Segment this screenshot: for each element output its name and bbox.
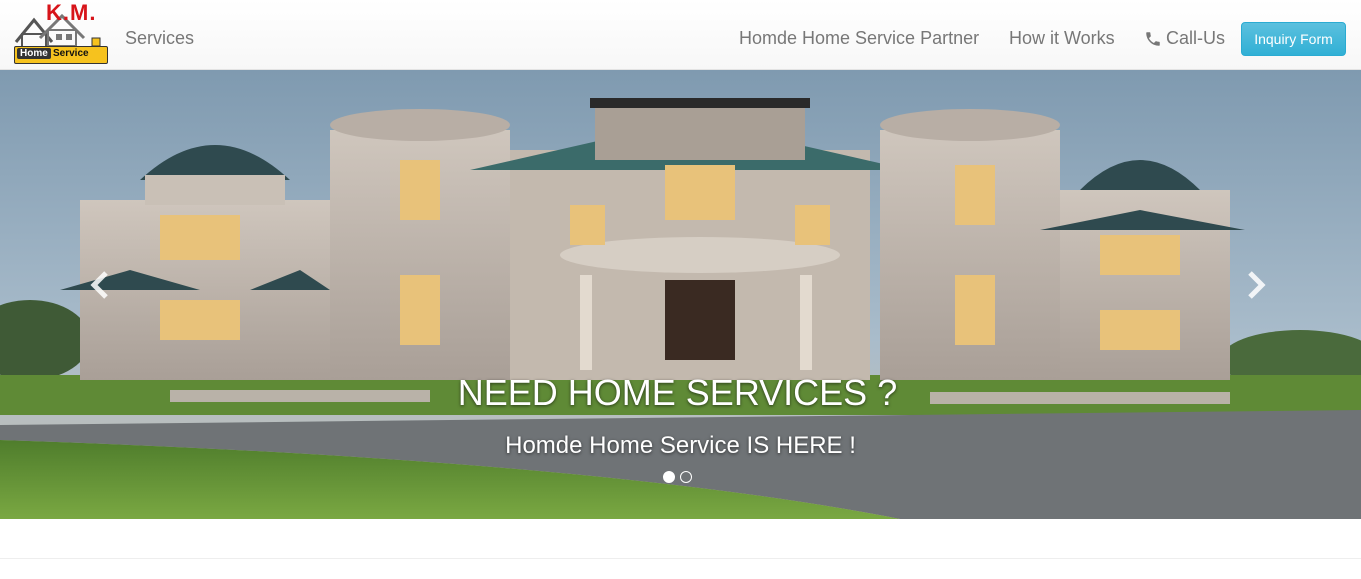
logo-brand-mark: K.M. [46,0,97,25]
phone-icon [1144,30,1162,48]
inquiry-form-button[interactable]: Inquiry Form [1241,22,1346,56]
carousel-prev-button[interactable] [80,265,120,305]
navbar: K.M. Home Service Services Homde Home Se… [0,0,1361,70]
carousel-indicators [663,471,692,483]
carousel-indicator-1[interactable] [663,471,675,483]
logo-badge-home: Home [17,48,51,59]
logo-badge: Home Service [14,46,108,64]
section-divider [0,558,1361,559]
nav-link-partner[interactable]: Homde Home Service Partner [739,28,979,49]
nav-link-how-it-works[interactable]: How it Works [1009,28,1115,49]
brand-logo[interactable]: K.M. Home Service [10,0,110,68]
hero-carousel: NEED HOME SERVICES ? Homde Home Service … [0,70,1361,519]
carousel-caption-title: NEED HOME SERVICES ? [457,372,898,413]
carousel-next-button[interactable] [1236,265,1276,305]
carousel-indicator-2[interactable] [680,471,692,483]
chevron-left-icon [90,271,108,299]
logo-badge-service: Service [53,48,89,59]
chevron-right-icon [1248,271,1266,299]
nav-link-services[interactable]: Services [125,28,194,49]
nav-link-call-us[interactable]: Call-Us [1144,28,1225,49]
call-us-label: Call-Us [1166,28,1226,48]
carousel-caption-subtitle: Homde Home Service IS HERE ! [505,432,856,459]
